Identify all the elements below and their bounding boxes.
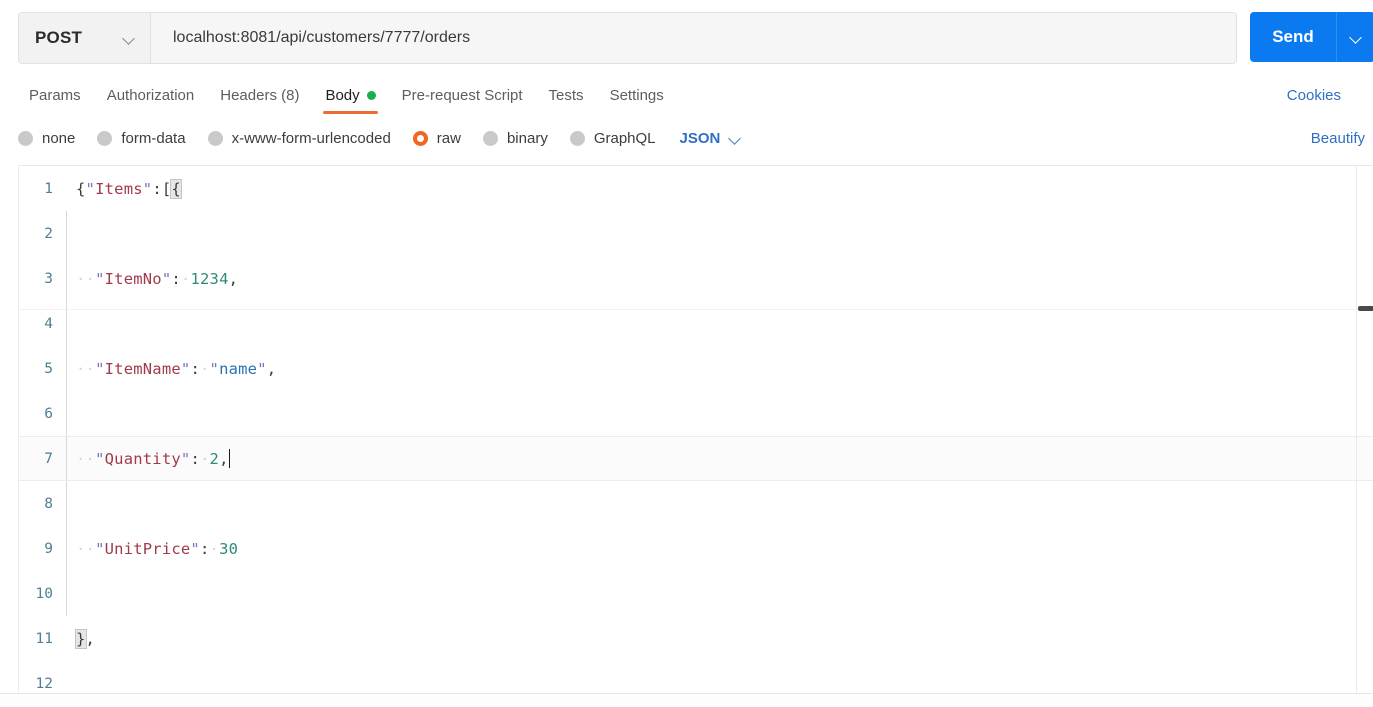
radio-unselected-icon xyxy=(207,130,223,146)
body-type-options: none form-data x-www-form-urlencoded raw bin… xyxy=(18,116,742,160)
code-text: ··"Quantity":·2, xyxy=(76,449,231,468)
line-number: 4 xyxy=(44,315,53,332)
code-line[interactable]: 5 ··"ItemName":·"name", xyxy=(19,346,1373,391)
bottom-strip xyxy=(0,694,1373,707)
body-type-row: none form-data x-www-form-urlencoded raw bin… xyxy=(0,116,1373,160)
request-tabs-row: Params Authorization Headers (8) Body Pre-re… xyxy=(0,74,1373,116)
tab-label: Params xyxy=(29,86,81,104)
tab-label: Headers (8) xyxy=(220,86,300,104)
body-format-select[interactable]: JSON xyxy=(680,130,743,147)
code-line[interactable]: 11}, xyxy=(19,616,1373,661)
send-button[interactable]: Send xyxy=(1250,12,1336,62)
body-type-binary[interactable]: binary xyxy=(482,129,548,147)
radio-unselected-icon xyxy=(569,130,585,146)
indent-guide xyxy=(66,481,67,526)
line-number: 12 xyxy=(35,675,53,692)
line-number: 8 xyxy=(44,495,53,512)
method-select[interactable]: POST xyxy=(19,13,151,63)
code-text: {"Items":[{ xyxy=(76,178,182,199)
body-type-raw[interactable]: raw xyxy=(412,129,461,147)
code-line[interactable]: 4 xyxy=(19,301,1373,346)
code-line[interactable]: 7 ··"Quantity":·2, xyxy=(19,436,1373,481)
body-type-none[interactable]: none xyxy=(18,130,75,147)
code-line[interactable]: 9 ··"UnitPrice":·30 xyxy=(19,526,1373,571)
body-type-label: form-data xyxy=(121,129,186,147)
code-line[interactable]: 8 xyxy=(19,481,1373,526)
indent-guide xyxy=(66,661,67,694)
radio-unselected-icon xyxy=(482,130,498,146)
body-format-label: JSON xyxy=(679,129,721,147)
beautify-button[interactable]: Beautify xyxy=(1311,116,1365,160)
body-type-label: binary xyxy=(506,129,548,147)
tab-body[interactable]: Body xyxy=(312,74,388,116)
chevron-down-icon xyxy=(1350,31,1363,44)
line-number: 6 xyxy=(44,405,53,422)
line-number: 11 xyxy=(35,630,53,647)
code-line[interactable]: 2 xyxy=(19,211,1373,256)
tab-settings[interactable]: Settings xyxy=(597,74,677,116)
body-type-graphql[interactable]: GraphQL xyxy=(569,129,656,147)
line-number: 7 xyxy=(44,450,53,467)
code-text: ··"ItemName":·"name", xyxy=(76,359,277,378)
tab-label: Authorization xyxy=(106,86,195,104)
tab-label: Settings xyxy=(609,86,664,104)
tab-authorization[interactable]: Authorization xyxy=(94,74,208,116)
indent-guide xyxy=(66,301,67,346)
line-number: 2 xyxy=(44,225,53,242)
body-modified-dot-icon xyxy=(366,90,376,100)
line-number: 3 xyxy=(44,270,53,287)
chevron-down-icon xyxy=(123,32,136,45)
code-text: ··"ItemNo":·1234, xyxy=(76,269,239,288)
code-line[interactable]: 12 xyxy=(19,661,1373,694)
url-composite: POST localhost:8081/api/customers/7777/o… xyxy=(18,12,1237,64)
code-text: ··"UnitPrice":·30 xyxy=(76,539,239,558)
code-line[interactable]: 1 {"Items":[{ xyxy=(19,166,1373,211)
tab-label: Body xyxy=(325,86,360,104)
request-tabs: Params Authorization Headers (8) Body Pre-re… xyxy=(16,74,677,116)
tab-label: Tests xyxy=(548,86,584,104)
body-type-label: none xyxy=(42,129,76,147)
body-type-form-data[interactable]: form-data xyxy=(97,129,186,147)
chevron-down-icon xyxy=(729,132,742,145)
line-number: 1 xyxy=(44,180,53,197)
body-type-x-www-form-urlencoded[interactable]: x-www-form-urlencoded xyxy=(207,129,391,147)
editor-right-divider xyxy=(1356,166,1357,694)
body-type-label: GraphQL xyxy=(593,129,656,147)
line-number: 5 xyxy=(44,360,53,377)
radio-selected-icon xyxy=(412,130,428,146)
tab-label: Pre-request Script xyxy=(401,86,523,104)
tab-headers-8[interactable]: Headers (8) xyxy=(207,74,312,116)
tab-params[interactable]: Params xyxy=(16,74,94,116)
tab-pre-request-script[interactable]: Pre-request Script xyxy=(389,74,536,116)
tab-tests[interactable]: Tests xyxy=(536,74,597,116)
request-bar: POST localhost:8081/api/customers/7777/o… xyxy=(0,0,1373,74)
scrollbar-thumb[interactable] xyxy=(1358,306,1373,311)
editor-vertical-scrollbar[interactable] xyxy=(1358,166,1373,694)
send-options-button[interactable] xyxy=(1336,12,1373,62)
radio-unselected-icon xyxy=(97,130,113,146)
indent-guide xyxy=(66,391,67,436)
method-label: POST xyxy=(35,28,83,47)
send-group: Send xyxy=(1250,12,1373,62)
code-text: }, xyxy=(75,628,96,649)
body-type-label: x-www-form-urlencoded xyxy=(231,129,391,147)
body-type-label: raw xyxy=(436,129,461,147)
editor-faint-rule xyxy=(19,309,1373,310)
line-number: 10 xyxy=(35,585,53,602)
editor-content[interactable]: 1 {"Items":[{ 2 3 ··"ItemNo":·1234, 4 5 ··"Item… xyxy=(19,166,1373,694)
url-input[interactable]: localhost:8081/api/customers/7777/orders xyxy=(151,13,1236,63)
active-tab-underline xyxy=(323,111,378,114)
body-editor[interactable]: 1 {"Items":[{ 2 3 ··"ItemNo":·1234, 4 5 ··"Item… xyxy=(18,165,1373,694)
indent-guide xyxy=(66,571,67,616)
code-line[interactable]: 10 xyxy=(19,571,1373,616)
line-number: 9 xyxy=(44,540,53,557)
code-line[interactable]: 6 xyxy=(19,391,1373,436)
indent-guide xyxy=(66,211,67,256)
code-line[interactable]: 3 ··"ItemNo":·1234, xyxy=(19,256,1373,301)
cookies-link[interactable]: Cookies xyxy=(1287,74,1341,116)
radio-unselected-icon xyxy=(18,130,33,146)
